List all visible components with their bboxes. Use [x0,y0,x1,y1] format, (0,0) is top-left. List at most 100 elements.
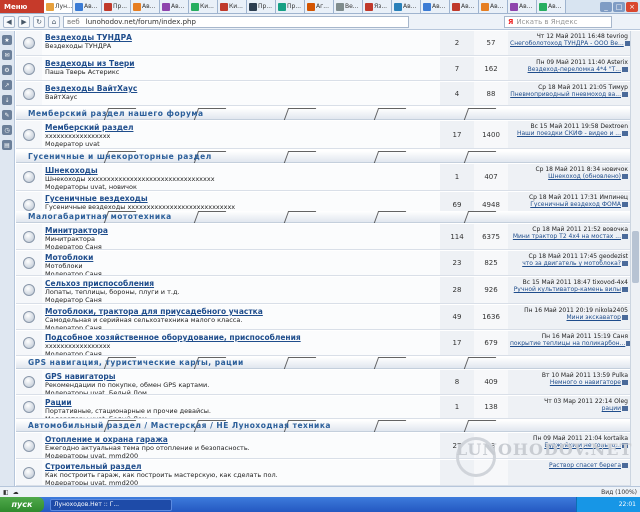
forum-moderators[interactable]: Модератор Саня [45,350,437,355]
forum-title-link[interactable]: Шнекоходы [45,166,437,175]
browser-tab[interactable]: Ки... [189,0,218,13]
forum-moderators[interactable]: Модератор Саня [45,324,437,329]
forward-icon[interactable]: ▶ [18,15,30,28]
browser-menu-button[interactable]: Меню [0,0,44,13]
browser-tab[interactable]: Ав... [421,0,450,13]
last-post-link[interactable]: Мини экскаватор [510,314,628,321]
forum-title-link[interactable]: Подсобное хозяйственное оборудование, пр… [45,333,437,342]
browser-tab[interactable]: Ав... [73,0,102,13]
forum-moderators[interactable]: Модератор Саня [45,270,437,275]
browser-tab-active[interactable]: Лун... [44,0,73,13]
last-post-link[interactable]: Снегоболотоход ТУНДРА - ООО Ве... [510,40,630,47]
forum-title-link[interactable]: Гусеничные вездеходы [45,194,437,203]
forum-moderators[interactable]: Модератор Саня [45,243,437,249]
category-title[interactable]: Автомобильный раздел / Мастерская / НЕ Л… [28,421,331,430]
browser-tab[interactable]: Аг... [305,0,334,13]
browser-tab[interactable]: Ав... [392,0,421,13]
forum-title-link[interactable]: Вездеходы из Твери [45,59,437,68]
last-post-title[interactable]: Вездеход-переломка 4*4 "Т... [528,66,621,73]
last-post-title[interactable]: Ручной культиватор-камень вилы [514,286,621,293]
taskbar-item-browser[interactable]: Луноходов.Нет :: Г... [50,498,172,511]
last-post-title[interactable]: Пневмоприводный пневмоход ва... [510,91,621,98]
forum-title-link[interactable]: Отопление и охрана гаража [45,435,437,444]
forum-moderators[interactable]: Модераторы uvat, новичок [45,183,437,190]
forum-title-link[interactable]: Минитрактора [45,226,437,235]
last-post-title[interactable]: рации [602,405,621,412]
browser-tab[interactable]: Ки... [218,0,247,13]
cloud-icon[interactable]: ☁ [13,489,19,496]
browser-tab[interactable]: Ве... [334,0,363,13]
last-post-title[interactable]: Немного о навигаторе [550,379,621,386]
forum-title-link[interactable]: Мотоблоки [45,253,437,262]
bookmark-icon[interactable]: ★ [2,35,12,45]
start-button[interactable]: пуск [0,497,44,512]
forum-title-link[interactable]: Строительный раздел [45,462,437,471]
category-title[interactable]: Гусеничные и шнекороторные раздел [28,152,212,161]
browser-tab[interactable]: Ав... [537,0,566,13]
last-post-title[interactable]: Шнекоход (обновлено) [548,173,621,180]
last-post-title[interactable]: Мини экскаватор [566,314,621,321]
close-icon[interactable]: × [626,2,638,12]
last-post-title[interactable]: Раствор спасет берега [549,462,621,469]
forum-moderators[interactable]: Модератор uvat [45,140,437,148]
browser-tab[interactable]: Ав... [131,0,160,13]
go-to-post-icon[interactable] [622,315,628,320]
share-icon[interactable]: ↗ [2,80,12,90]
last-post-link[interactable]: Наши поездки СКИФ - видео и ... [510,130,628,137]
browser-tab[interactable]: Пр... [102,0,131,13]
last-post-title[interactable]: покрытие теплицы на поликарбон... [510,340,625,347]
forum-title-link[interactable]: Вездеходы ТУНДРА [45,33,437,42]
last-post-link[interactable]: рации [510,405,628,412]
go-to-post-icon[interactable] [622,202,628,207]
browser-tab[interactable]: Пр... [247,0,276,13]
browser-tab[interactable]: Ав... [479,0,508,13]
go-to-post-icon[interactable] [622,380,628,385]
last-post-title[interactable]: Гусеничный вездеход ФОМА [530,201,621,208]
forum-moderators[interactable]: Модераторы uvat, mmd200 [45,479,437,485]
last-post-title[interactable]: Снегоболотоход ТУНДРА - ООО Ве... [510,40,624,47]
forum-moderators[interactable]: Модератор Саня [45,296,437,303]
category-title[interactable]: Мемберский раздел нашего форума [28,109,204,118]
last-post-link[interactable]: Немного о навигаторе [510,379,628,386]
forum-title-link[interactable]: Мемберский раздел [45,123,437,132]
history-icon[interactable]: ◷ [2,125,12,135]
browser-tab[interactable]: Пр... [276,0,305,13]
category-title[interactable]: GPS навигация, туристические карты, раци… [28,358,244,367]
go-to-post-icon[interactable] [622,261,628,266]
last-post-title[interactable]: что за двигатель у мотоблока? [522,260,621,267]
download-icon[interactable]: ↓ [2,95,12,105]
last-post-link[interactable]: Раствор спасет берега [510,462,628,469]
category-header[interactable]: Мемберский раздел нашего форума [16,108,630,120]
go-to-post-icon[interactable] [622,287,628,292]
browser-tab[interactable]: Яз... [363,0,392,13]
go-to-post-icon[interactable] [622,67,628,72]
go-to-post-icon[interactable] [622,92,628,97]
maximize-icon[interactable]: □ [613,2,625,12]
category-header[interactable]: Гусеничные и шнекороторные раздел [16,151,630,163]
last-post-link[interactable]: покрытие теплицы на поликарбон... [510,340,630,347]
last-post-link[interactable]: Пневмоприводный пневмоход ва... [510,91,628,98]
panel-toggle-icon[interactable]: ◧ [3,489,9,496]
forum-title-link[interactable]: Мотоблоки, трактора для приусадебного уч… [45,307,437,316]
forum-title-link[interactable]: Сельхоз приспособления [45,279,437,288]
scrollbar-thumb[interactable] [632,231,639,283]
go-to-post-icon[interactable] [622,406,628,411]
forum-moderators[interactable]: Модераторы uvat, Белый Дом [45,389,437,394]
mail-icon[interactable]: ✉ [2,50,12,60]
notes-icon[interactable]: ✎ [2,110,12,120]
forum-title-link[interactable]: GPS навигаторы [45,372,437,381]
browser-tab[interactable]: Ав... [508,0,537,13]
reload-icon[interactable]: ↻ [33,15,45,28]
last-post-link[interactable]: Гусеничный вездеход ФОМА [510,201,628,208]
zoom-label[interactable]: Вид (100%) [601,489,637,496]
search-input[interactable]: Я Искать в Яндекс [504,15,612,28]
last-post-title[interactable]: Наши поездки СКИФ - видео и ... [517,130,621,137]
category-header[interactable]: GPS навигация, туристические карты, раци… [16,357,630,369]
browser-tab[interactable]: Ав... [160,0,189,13]
vertical-scrollbar[interactable] [630,31,640,486]
category-title[interactable]: Малогабаритная мототехника [28,212,172,221]
forum-title-link[interactable]: Вездеходы ВайтХаус [45,84,437,93]
go-to-post-icon[interactable] [622,463,628,468]
gear-icon[interactable]: ⚙ [2,65,12,75]
forum-moderators[interactable]: Модераторы uvat, Белый Дом [45,415,437,418]
